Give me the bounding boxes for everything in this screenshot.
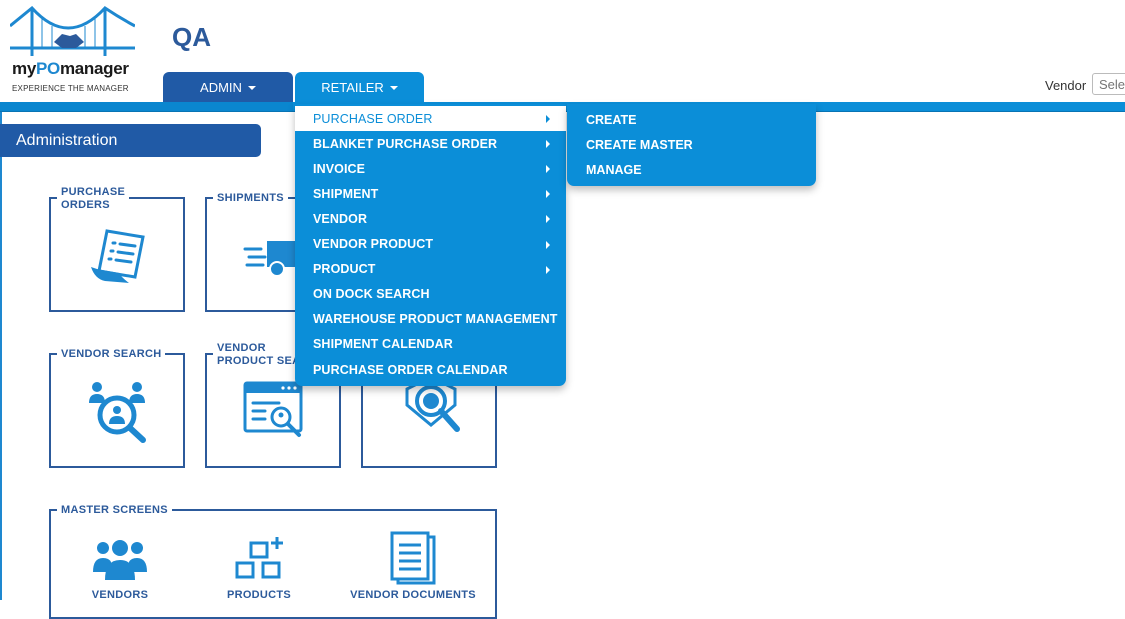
vendor-label: Vendor <box>1045 78 1087 93</box>
vendor-select-input[interactable] <box>1092 73 1125 95</box>
tab-admin[interactable]: ADMIN <box>163 72 293 102</box>
menu-item-purchase-order-calendar[interactable]: PURCHASE ORDER CALENDAR <box>295 357 566 382</box>
caret-right-icon <box>546 215 550 224</box>
menu-item-label: PURCHASE ORDER <box>313 111 433 126</box>
caret-right-icon <box>546 115 550 123</box>
menu-item-blanket-purchase-order[interactable]: BLANKET PURCHASE ORDER <box>295 131 566 156</box>
menu-item-label: INVOICE <box>313 161 366 176</box>
menu-item-label: SHIPMENT CALENDAR <box>313 337 453 352</box>
master-vendors-label: VENDORS <box>91 589 149 601</box>
tile-purchase-orders-label: PURCHASE ORDERS <box>57 186 130 212</box>
nav-bar-left <box>0 102 293 111</box>
menu-item-vendor[interactable]: VENDOR <box>295 206 566 231</box>
menu-item-label: BLANKET PURCHASE ORDER <box>313 136 498 151</box>
menu-item-label: ON DOCK SEARCH <box>313 287 430 302</box>
menu-item-product[interactable]: PRODUCT <box>295 257 566 282</box>
logo-tagline: EXPERIENCE THE MANAGER <box>12 84 129 93</box>
tile-vendor-search[interactable]: VENDOR SEARCH <box>49 348 185 468</box>
menu-item-warehouse-product-management[interactable]: WAREHOUSE PRODUCT MANAGEMENT <box>295 307 566 332</box>
menu-item-label: PURCHASE ORDER CALENDAR <box>313 362 508 377</box>
tab-admin-label: ADMIN <box>200 79 242 95</box>
user-search-icon <box>89 382 146 443</box>
caret-down-icon <box>247 86 256 90</box>
menu-item-shipment-calendar[interactable]: SHIPMENT CALENDAR <box>295 332 566 357</box>
menu-item-label: VENDOR PRODUCT <box>313 237 434 251</box>
caret-down-icon <box>389 86 398 90</box>
master-vendor-documents-label: VENDOR DOCUMENTS <box>350 589 476 601</box>
tile-purchase-orders[interactable]: PURCHASE ORDERS <box>49 186 185 312</box>
environment-title: QA <box>172 22 211 52</box>
menu-item-label: VENDOR <box>313 211 368 226</box>
submenu-item-create-master[interactable]: CREATE MASTER <box>567 132 816 157</box>
submenu-item-manage[interactable]: MANAGE <box>567 157 816 182</box>
caret-right-icon <box>546 190 550 199</box>
menu-item-on-dock-search[interactable]: ON DOCK SEARCH <box>295 282 566 307</box>
menu-item-vendor-product[interactable]: VENDOR PRODUCT <box>295 232 566 257</box>
caret-right-icon <box>546 265 550 274</box>
tab-retailer[interactable]: RETAILER <box>295 72 424 108</box>
menu-item-invoice[interactable]: INVOICE <box>295 156 566 181</box>
menu-item-purchase-order[interactable]: PURCHASE ORDER <box>295 106 566 131</box>
content-left-border <box>0 112 2 600</box>
master-products-label: PRODUCTS <box>226 589 292 601</box>
users-group-icon <box>93 540 147 580</box>
retailer-dropdown-menu: PURCHASE ORDER BLANKET PURCHASE ORDER INVO… <box>295 104 566 386</box>
caret-right-icon <box>546 165 550 174</box>
tab-retailer-label: RETAILER <box>321 79 384 95</box>
purchase-order-submenu: CREATE CREATE MASTER MANAGE <box>567 104 816 186</box>
boxes-add-icon <box>235 537 283 579</box>
caret-right-icon <box>546 140 550 149</box>
menu-item-label: PRODUCT <box>313 262 376 277</box>
browser-search-icon <box>243 381 303 437</box>
menu-item-label: WAREHOUSE PRODUCT MANAGEMENT <box>313 312 558 327</box>
section-title: Administration <box>0 124 261 157</box>
menu-item-shipment[interactable]: SHIPMENT <box>295 181 566 206</box>
documents-icon <box>390 531 436 585</box>
tile-vendor-search-label: VENDOR SEARCH <box>57 348 166 361</box>
tile-master-screens-label: MASTER SCREENS <box>57 504 172 517</box>
logo-text: myPOmanager <box>12 59 129 78</box>
tile-shipments-label: SHIPMENTS <box>213 192 288 205</box>
submenu-item-create[interactable]: CREATE <box>567 107 816 132</box>
document-scroll-icon <box>91 229 145 283</box>
caret-right-icon <box>546 240 550 249</box>
menu-item-label: SHIPMENT <box>313 186 379 201</box>
